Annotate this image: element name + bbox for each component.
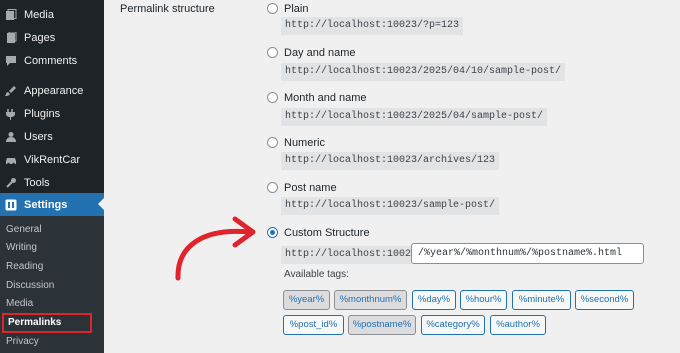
tag-button-minute[interactable]: %minute% [512,290,571,310]
submenu-privacy[interactable]: Privacy [6,334,39,350]
example-url-month-and-name: http://localhost:10023/2025/04/sample-po… [281,108,548,126]
submenu-writing[interactable]: Writing [6,240,37,256]
radio-numeric[interactable] [267,137,278,148]
submenu-media[interactable]: Media [6,296,33,312]
plugins-icon [5,108,17,120]
car-icon [5,154,17,166]
tools-icon [5,177,17,189]
menu-item-comments[interactable]: Comments [0,49,104,72]
menu-item-label: Tools [24,176,50,189]
menu-item-pages[interactable]: Pages [0,26,104,49]
menu-item-label: Appearance [24,84,84,97]
option-label-month-and-name: Month and name [284,92,367,104]
submenu-reading[interactable]: Reading [6,259,43,275]
menu-item-label: Settings [24,198,68,211]
menu-item-tools[interactable]: Tools [0,171,104,194]
annotation-arrow-icon [175,216,256,281]
users-icon [5,131,17,143]
submenu-discussion[interactable]: Discussion [6,278,54,294]
submenu-permalinks[interactable]: Permalinks [2,313,92,333]
settings-icon [5,199,17,211]
permalink-structure-heading: Permalink structure [120,3,215,15]
radio-month-and-name[interactable] [267,92,278,103]
pages-icon [5,31,17,44]
menu-item-label: Pages [24,31,56,44]
menu-item-vikrentcar[interactable]: VikRentCar [0,148,104,171]
tag-button-monthnum[interactable]: %monthnum% [334,290,407,310]
media-icon [5,8,17,21]
tag-button-year[interactable]: %year% [283,290,330,310]
tag-button-author[interactable]: %author% [490,315,546,335]
option-label-plain: Plain [284,3,309,15]
menu-item-users[interactable]: Users [0,125,104,148]
menu-item-plugins[interactable]: Plugins [0,102,104,125]
radio-custom-structure[interactable] [267,227,278,238]
radio-day-and-name[interactable] [267,47,278,58]
appearance-icon [5,85,17,97]
available-tags-label: Available tags: [284,269,349,280]
menu-item-label: Plugins [24,107,61,120]
tag-button-postname[interactable]: %postname% [348,315,416,335]
example-url-day-and-name: http://localhost:10023/2025/04/10/sample… [281,63,566,81]
option-label-numeric: Numeric [284,137,325,149]
menu-item-media[interactable]: Media [0,3,104,26]
tag-button-second[interactable]: %second% [575,290,634,310]
option-label-custom-structure: Custom Structure [284,227,370,239]
custom-base-url: http://localhost:10023 [281,246,422,264]
tag-button-hour[interactable]: %hour% [460,290,507,310]
comments-icon [5,55,17,67]
tag-button-post-id[interactable]: %post_id% [283,315,344,335]
admin-sidebar: Media Pages Comments Appearance Plugins … [0,0,104,353]
settings-submenu: General Writing Reading Discussion Media… [0,216,104,353]
menu-item-appearance[interactable]: Appearance [0,79,104,102]
submenu-general[interactable]: General [6,222,42,238]
menu-item-label: Comments [24,54,78,67]
example-url-numeric: http://localhost:10023/archives/123 [281,152,500,170]
permalink-settings-main: Permalink structure Plain http://localho… [104,0,680,353]
menu-item-settings[interactable]: Settings [0,193,104,216]
tag-button-day[interactable]: %day% [412,290,456,310]
menu-item-label: Users [24,130,53,143]
tag-button-category[interactable]: %category% [421,315,485,335]
option-label-post-name: Post name [284,182,337,194]
menu-item-label: VikRentCar [24,153,81,166]
radio-post-name[interactable] [267,182,278,193]
example-url-plain: http://localhost:10023/?p=123 [281,17,464,35]
custom-structure-input[interactable]: /%year%/%monthnum%/%postname%.html [411,243,644,264]
option-label-day-and-name: Day and name [284,47,356,59]
menu-item-label: Media [24,8,54,21]
radio-plain[interactable] [267,3,278,14]
example-url-post-name: http://localhost:10023/sample-post/ [281,197,500,215]
